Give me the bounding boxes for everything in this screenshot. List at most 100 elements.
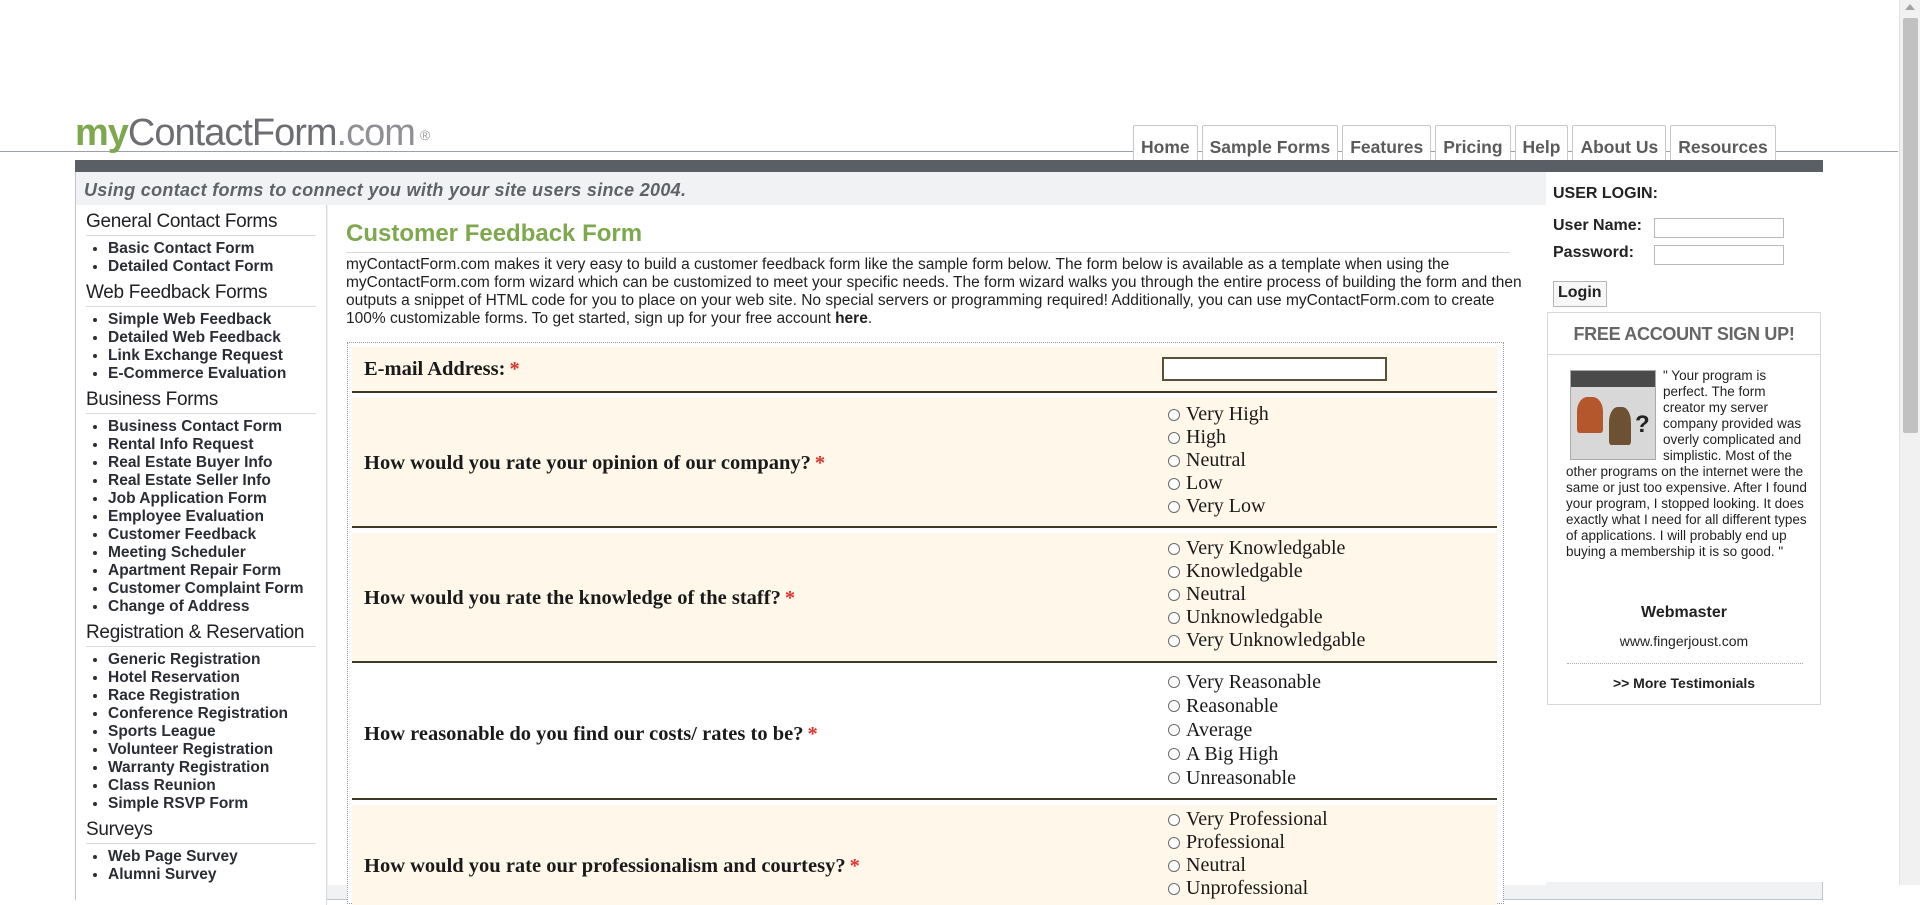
radio-button[interactable] xyxy=(1168,724,1180,736)
password-input[interactable] xyxy=(1654,245,1784,265)
radio-group: Very Professional Professional Neutral U… xyxy=(1168,808,1328,900)
sidebar-link[interactable]: Business Contact Form xyxy=(108,418,326,436)
radio-button[interactable] xyxy=(1168,836,1180,849)
radio-option[interactable]: High xyxy=(1168,426,1269,449)
sidebar-heading-surveys: Surveys xyxy=(86,819,316,844)
sidebar-link[interactable]: Warranty Registration xyxy=(108,759,326,777)
sidebar-link[interactable]: Web Page Survey xyxy=(108,848,326,866)
sidebar-link[interactable]: Employee Evaluation xyxy=(108,508,326,526)
question-label: How would you rate our professionalism a… xyxy=(364,855,860,877)
form-row-email: E-mail Address: * xyxy=(352,347,1497,391)
nav-tab-features[interactable]: Features xyxy=(1342,125,1432,161)
radio-button[interactable] xyxy=(1168,676,1180,688)
scroll-up-arrow-icon[interactable] xyxy=(1905,4,1915,10)
radio-option[interactable]: A Big High xyxy=(1168,742,1321,766)
nav-tab-home[interactable]: Home xyxy=(1133,125,1198,161)
radio-group: Very Reasonable Reasonable Average A Big… xyxy=(1168,670,1321,790)
site-logo[interactable]: myContactForm.com ® xyxy=(75,112,430,155)
sidebar-link[interactable]: Customer Complaint Form xyxy=(108,580,326,598)
radio-button[interactable] xyxy=(1168,634,1180,647)
sidebar-link[interactable]: Change of Address xyxy=(108,598,326,616)
free-signup-button[interactable]: FREE ACCOUNT SIGN UP! xyxy=(1547,312,1821,355)
sidebar-list-web-feedback: Simple Web Feedback Detailed Web Feedbac… xyxy=(76,311,326,383)
question-label: How would you rate your opinion of our c… xyxy=(364,452,826,474)
radio-button[interactable] xyxy=(1168,611,1180,624)
required-mark: * xyxy=(814,452,826,474)
nav-tab-pricing[interactable]: Pricing xyxy=(1435,125,1511,161)
radio-option[interactable]: Very High xyxy=(1168,403,1269,426)
sidebar-link[interactable]: Race Registration xyxy=(108,687,326,705)
sidebar-link[interactable]: Customer Feedback xyxy=(108,526,326,544)
radio-option[interactable]: Very Low xyxy=(1168,495,1269,518)
radio-button[interactable] xyxy=(1168,772,1180,784)
login-button[interactable]: Login xyxy=(1553,281,1607,307)
radio-option[interactable]: Unprofessional xyxy=(1168,877,1328,900)
sidebar-link[interactable]: Alumni Survey xyxy=(108,866,326,884)
radio-button[interactable] xyxy=(1168,431,1180,444)
sidebar-link[interactable]: E-Commerce Evaluation xyxy=(108,365,326,383)
sidebar-link[interactable]: Link Exchange Request xyxy=(108,347,326,365)
sidebar-link[interactable]: Job Application Form xyxy=(108,490,326,508)
page-scrollbar[interactable] xyxy=(1899,0,1920,885)
sidebar-link[interactable]: Sports League xyxy=(108,723,326,741)
radio-option[interactable]: Very Professional xyxy=(1168,808,1328,831)
sidebar-link[interactable]: Class Reunion xyxy=(108,777,326,795)
radio-button[interactable] xyxy=(1168,813,1180,826)
radio-option[interactable]: Neutral xyxy=(1168,449,1269,472)
nav-tab-about-us[interactable]: About Us xyxy=(1572,125,1667,161)
sidebar-link[interactable]: Conference Registration xyxy=(108,705,326,723)
radio-option[interactable]: Average xyxy=(1168,718,1321,742)
radio-option[interactable]: Very Unknowledgable xyxy=(1168,629,1365,652)
sidebar-link[interactable]: Rental Info Request xyxy=(108,436,326,454)
nav-tab-help[interactable]: Help xyxy=(1514,125,1569,161)
radio-option[interactable]: Reasonable xyxy=(1168,694,1321,718)
radio-option[interactable]: Very Reasonable xyxy=(1168,670,1321,694)
sidebar-link[interactable]: Generic Registration xyxy=(108,651,326,669)
username-label: User Name: xyxy=(1553,217,1642,234)
more-testimonials-link[interactable]: >> More Testimonials xyxy=(1547,675,1821,691)
form-row-question-4: How would you rate our professionalism a… xyxy=(352,805,1497,905)
radio-option[interactable]: Unknowledgable xyxy=(1168,606,1365,629)
radio-button[interactable] xyxy=(1168,859,1180,872)
radio-group: Very High High Neutral Low Very Low xyxy=(1168,403,1269,518)
sidebar-link[interactable]: Simple Web Feedback xyxy=(108,311,326,329)
top-nav: Home Sample Forms Features Pricing Help … xyxy=(1133,125,1776,161)
email-input[interactable] xyxy=(1162,357,1387,381)
sidebar-link[interactable]: Real Estate Seller Info xyxy=(108,472,326,490)
radio-button[interactable] xyxy=(1168,748,1180,760)
radio-button[interactable] xyxy=(1168,700,1180,712)
radio-button[interactable] xyxy=(1168,882,1180,895)
sidebar-link[interactable]: Volunteer Registration xyxy=(108,741,326,759)
sidebar-list-business: Business Contact Form Rental Info Reques… xyxy=(76,418,326,616)
sidebar-link[interactable]: Meeting Scheduler xyxy=(108,544,326,562)
sidebar-link[interactable]: Real Estate Buyer Info xyxy=(108,454,326,472)
sidebar-link[interactable]: Hotel Reservation xyxy=(108,669,326,687)
radio-button[interactable] xyxy=(1168,454,1180,467)
radio-button[interactable] xyxy=(1168,408,1180,421)
radio-option[interactable]: Unreasonable xyxy=(1168,766,1321,790)
radio-button[interactable] xyxy=(1168,477,1180,490)
radio-button[interactable] xyxy=(1168,500,1180,513)
radio-button[interactable] xyxy=(1168,565,1180,578)
username-input[interactable] xyxy=(1654,218,1784,238)
radio-option[interactable]: Low xyxy=(1168,472,1269,495)
sidebar-link[interactable]: Detailed Web Feedback xyxy=(108,329,326,347)
signup-here-link[interactable]: here xyxy=(835,310,868,327)
question-label: How reasonable do you find our costs/ ra… xyxy=(364,723,818,745)
radio-option[interactable]: Very Knowledgable xyxy=(1168,537,1365,560)
radio-option[interactable]: Knowledgable xyxy=(1168,560,1365,583)
radio-option[interactable]: Neutral xyxy=(1168,583,1365,606)
scroll-thumb[interactable] xyxy=(1903,18,1918,433)
sidebar-link[interactable]: Detailed Contact Form xyxy=(108,258,326,276)
radio-button[interactable] xyxy=(1168,542,1180,555)
sidebar-link[interactable]: Simple RSVP Form xyxy=(108,795,326,813)
required-mark: * xyxy=(509,358,520,380)
sidebar-link[interactable]: Apartment Repair Form xyxy=(108,562,326,580)
radio-option[interactable]: Neutral xyxy=(1168,854,1328,877)
radio-option[interactable]: Professional xyxy=(1168,831,1328,854)
nav-tab-resources[interactable]: Resources xyxy=(1670,125,1776,161)
sidebar-list-general: Basic Contact Form Detailed Contact Form xyxy=(76,240,326,276)
nav-tab-sample-forms[interactable]: Sample Forms xyxy=(1201,125,1339,161)
sidebar-link[interactable]: Basic Contact Form xyxy=(108,240,326,258)
radio-button[interactable] xyxy=(1168,588,1180,601)
